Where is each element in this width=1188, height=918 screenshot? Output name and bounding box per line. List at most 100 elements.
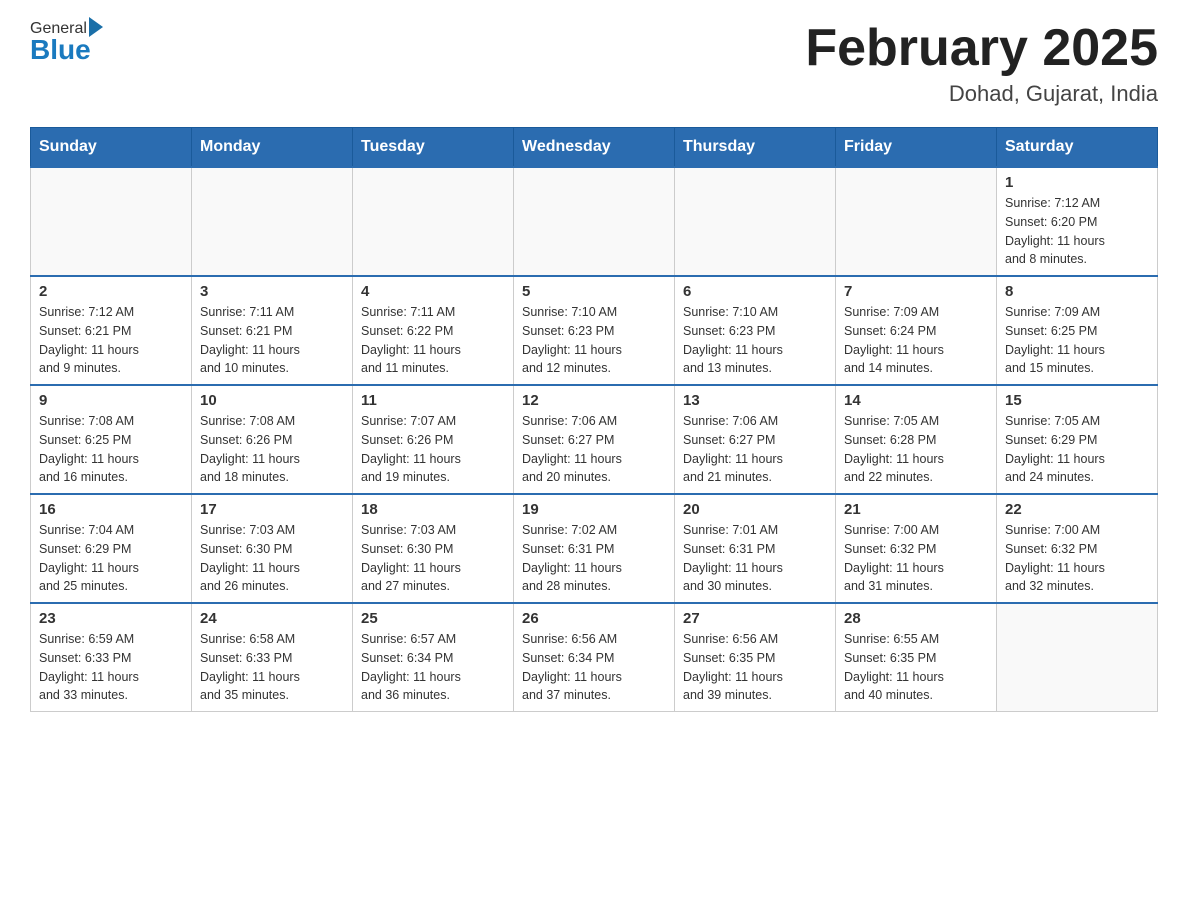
day-of-week-header: Sunday xyxy=(31,128,192,168)
calendar-cell: 14 Sunrise: 7:05 AM Sunset: 6:28 PM Dayli… xyxy=(836,385,997,494)
calendar-cell: 16 Sunrise: 7:04 AM Sunset: 6:29 PM Dayli… xyxy=(31,494,192,603)
calendar-cell: 19 Sunrise: 7:02 AM Sunset: 6:31 PM Dayli… xyxy=(514,494,675,603)
day-number: 21 xyxy=(844,501,988,518)
calendar-cell: 20 Sunrise: 7:01 AM Sunset: 6:31 PM Dayli… xyxy=(675,494,836,603)
calendar-cell xyxy=(836,167,997,276)
day-number: 26 xyxy=(522,610,666,627)
day-number: 5 xyxy=(522,283,666,300)
calendar-week-row: 16 Sunrise: 7:04 AM Sunset: 6:29 PM Dayli… xyxy=(31,494,1158,603)
day-info: Sunrise: 7:00 AM Sunset: 6:32 PM Dayligh… xyxy=(844,521,988,596)
calendar-subtitle: Dohad, Gujarat, India xyxy=(805,81,1158,107)
calendar-cell: 27 Sunrise: 6:56 AM Sunset: 6:35 PM Dayli… xyxy=(675,603,836,712)
calendar-cell xyxy=(353,167,514,276)
calendar-cell: 13 Sunrise: 7:06 AM Sunset: 6:27 PM Dayli… xyxy=(675,385,836,494)
calendar-cell xyxy=(31,167,192,276)
day-number: 15 xyxy=(1005,392,1149,409)
calendar-cell: 22 Sunrise: 7:00 AM Sunset: 6:32 PM Dayli… xyxy=(997,494,1158,603)
day-info: Sunrise: 7:12 AM Sunset: 6:21 PM Dayligh… xyxy=(39,303,183,378)
title-block: February 2025 Dohad, Gujarat, India xyxy=(805,20,1158,107)
day-number: 12 xyxy=(522,392,666,409)
day-number: 2 xyxy=(39,283,183,300)
calendar-cell: 23 Sunrise: 6:59 AM Sunset: 6:33 PM Dayli… xyxy=(31,603,192,712)
day-info: Sunrise: 7:03 AM Sunset: 6:30 PM Dayligh… xyxy=(200,521,344,596)
calendar-table: SundayMondayTuesdayWednesdayThursdayFrid… xyxy=(30,127,1158,712)
calendar-cell: 28 Sunrise: 6:55 AM Sunset: 6:35 PM Dayli… xyxy=(836,603,997,712)
day-number: 3 xyxy=(200,283,344,300)
day-info: Sunrise: 7:06 AM Sunset: 6:27 PM Dayligh… xyxy=(522,412,666,487)
logo-blue-text: Blue xyxy=(30,34,103,66)
day-info: Sunrise: 7:00 AM Sunset: 6:32 PM Dayligh… xyxy=(1005,521,1149,596)
day-info: Sunrise: 7:04 AM Sunset: 6:29 PM Dayligh… xyxy=(39,521,183,596)
day-number: 24 xyxy=(200,610,344,627)
calendar-cell: 25 Sunrise: 6:57 AM Sunset: 6:34 PM Dayli… xyxy=(353,603,514,712)
day-info: Sunrise: 6:59 AM Sunset: 6:33 PM Dayligh… xyxy=(39,630,183,705)
day-info: Sunrise: 7:02 AM Sunset: 6:31 PM Dayligh… xyxy=(522,521,666,596)
day-number: 17 xyxy=(200,501,344,518)
day-info: Sunrise: 6:57 AM Sunset: 6:34 PM Dayligh… xyxy=(361,630,505,705)
calendar-header-row: SundayMondayTuesdayWednesdayThursdayFrid… xyxy=(31,128,1158,168)
calendar-cell xyxy=(997,603,1158,712)
day-number: 6 xyxy=(683,283,827,300)
day-info: Sunrise: 7:08 AM Sunset: 6:26 PM Dayligh… xyxy=(200,412,344,487)
day-number: 4 xyxy=(361,283,505,300)
day-number: 14 xyxy=(844,392,988,409)
day-info: Sunrise: 7:07 AM Sunset: 6:26 PM Dayligh… xyxy=(361,412,505,487)
day-number: 27 xyxy=(683,610,827,627)
calendar-cell xyxy=(192,167,353,276)
calendar-cell: 4 Sunrise: 7:11 AM Sunset: 6:22 PM Daylig… xyxy=(353,276,514,385)
calendar-cell: 3 Sunrise: 7:11 AM Sunset: 6:21 PM Daylig… xyxy=(192,276,353,385)
day-number: 13 xyxy=(683,392,827,409)
day-number: 22 xyxy=(1005,501,1149,518)
day-number: 28 xyxy=(844,610,988,627)
calendar-cell: 1Sunrise: 7:12 AM Sunset: 6:20 PM Daylig… xyxy=(997,167,1158,276)
day-info: Sunrise: 7:05 AM Sunset: 6:29 PM Dayligh… xyxy=(1005,412,1149,487)
calendar-week-row: 23 Sunrise: 6:59 AM Sunset: 6:33 PM Dayli… xyxy=(31,603,1158,712)
day-number: 9 xyxy=(39,392,183,409)
logo: General Blue xyxy=(30,20,103,66)
calendar-week-row: 9 Sunrise: 7:08 AM Sunset: 6:25 PM Daylig… xyxy=(31,385,1158,494)
calendar-cell: 26Sunrise: 6:56 AM Sunset: 6:34 PM Dayli… xyxy=(514,603,675,712)
day-info: Sunrise: 7:09 AM Sunset: 6:24 PM Dayligh… xyxy=(844,303,988,378)
calendar-cell xyxy=(514,167,675,276)
day-number: 25 xyxy=(361,610,505,627)
calendar-cell: 8Sunrise: 7:09 AM Sunset: 6:25 PM Daylig… xyxy=(997,276,1158,385)
day-number: 7 xyxy=(844,283,988,300)
day-info: Sunrise: 7:08 AM Sunset: 6:25 PM Dayligh… xyxy=(39,412,183,487)
day-number: 16 xyxy=(39,501,183,518)
calendar-cell: 15 Sunrise: 7:05 AM Sunset: 6:29 PM Dayli… xyxy=(997,385,1158,494)
calendar-cell: 5 Sunrise: 7:10 AM Sunset: 6:23 PM Daylig… xyxy=(514,276,675,385)
day-info: Sunrise: 6:55 AM Sunset: 6:35 PM Dayligh… xyxy=(844,630,988,705)
day-info: Sunrise: 7:06 AM Sunset: 6:27 PM Dayligh… xyxy=(683,412,827,487)
day-number: 20 xyxy=(683,501,827,518)
calendar-cell: 10 Sunrise: 7:08 AM Sunset: 6:26 PM Dayli… xyxy=(192,385,353,494)
day-of-week-header: Monday xyxy=(192,128,353,168)
calendar-cell: 17 Sunrise: 7:03 AM Sunset: 6:30 PM Dayli… xyxy=(192,494,353,603)
calendar-cell: 7 Sunrise: 7:09 AM Sunset: 6:24 PM Daylig… xyxy=(836,276,997,385)
day-number: 19 xyxy=(522,501,666,518)
day-info: Sunrise: 7:05 AM Sunset: 6:28 PM Dayligh… xyxy=(844,412,988,487)
day-info: Sunrise: 7:12 AM Sunset: 6:20 PM Dayligh… xyxy=(1005,194,1149,269)
day-info: Sunrise: 7:03 AM Sunset: 6:30 PM Dayligh… xyxy=(361,521,505,596)
day-number: 10 xyxy=(200,392,344,409)
calendar-cell: 6 Sunrise: 7:10 AM Sunset: 6:23 PM Daylig… xyxy=(675,276,836,385)
day-info: Sunrise: 7:10 AM Sunset: 6:23 PM Dayligh… xyxy=(522,303,666,378)
calendar-cell xyxy=(675,167,836,276)
day-of-week-header: Saturday xyxy=(997,128,1158,168)
calendar-cell: 9 Sunrise: 7:08 AM Sunset: 6:25 PM Daylig… xyxy=(31,385,192,494)
day-info: Sunrise: 7:01 AM Sunset: 6:31 PM Dayligh… xyxy=(683,521,827,596)
day-number: 18 xyxy=(361,501,505,518)
calendar-cell: 11Sunrise: 7:07 AM Sunset: 6:26 PM Dayli… xyxy=(353,385,514,494)
calendar-week-row: 1Sunrise: 7:12 AM Sunset: 6:20 PM Daylig… xyxy=(31,167,1158,276)
calendar-cell: 2 Sunrise: 7:12 AM Sunset: 6:21 PM Daylig… xyxy=(31,276,192,385)
calendar-title: February 2025 xyxy=(805,20,1158,77)
day-number: 23 xyxy=(39,610,183,627)
calendar-cell: 12 Sunrise: 7:06 AM Sunset: 6:27 PM Dayli… xyxy=(514,385,675,494)
day-of-week-header: Thursday xyxy=(675,128,836,168)
day-info: Sunrise: 7:10 AM Sunset: 6:23 PM Dayligh… xyxy=(683,303,827,378)
day-of-week-header: Tuesday xyxy=(353,128,514,168)
day-info: Sunrise: 7:11 AM Sunset: 6:21 PM Dayligh… xyxy=(200,303,344,378)
calendar-cell: 24Sunrise: 6:58 AM Sunset: 6:33 PM Dayli… xyxy=(192,603,353,712)
day-of-week-header: Wednesday xyxy=(514,128,675,168)
day-info: Sunrise: 7:11 AM Sunset: 6:22 PM Dayligh… xyxy=(361,303,505,378)
day-info: Sunrise: 6:56 AM Sunset: 6:35 PM Dayligh… xyxy=(683,630,827,705)
